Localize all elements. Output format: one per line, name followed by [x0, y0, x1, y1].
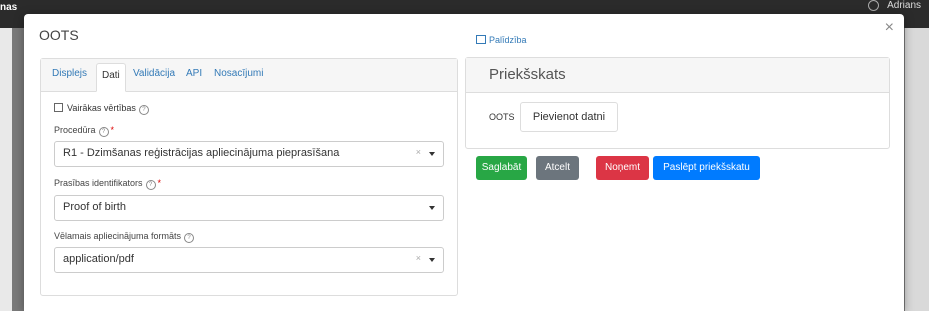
chevron-down-icon[interactable] — [429, 152, 435, 156]
requirement-label: Prasības identifikators — [54, 178, 143, 188]
settings-panel: Displejs Dati Validācija API Nosacījumi … — [40, 58, 458, 296]
question-icon[interactable]: ? — [145, 180, 156, 190]
cancel-button[interactable]: Atcelt — [536, 156, 579, 180]
close-icon[interactable]: × — [885, 19, 894, 37]
hide-preview-button[interactable]: Paslēpt priekšskatu — [653, 156, 760, 180]
procedure-label-row: Procedūra? * — [54, 125, 114, 137]
requirement-label-row: Prasības identifikators? * — [54, 178, 161, 190]
preview-oots-label: OOTS — [489, 112, 515, 122]
preview-header: Priekšskats — [466, 58, 889, 93]
book-edit-icon — [476, 35, 486, 44]
multiple-values-checkbox[interactable] — [54, 103, 63, 112]
background-right — [905, 28, 929, 311]
modal-title: OOTS — [39, 27, 79, 43]
multiple-values-label: Vairākas vērtības — [67, 103, 136, 113]
clear-icon[interactable]: × — [416, 253, 421, 263]
question-icon[interactable]: ? — [98, 127, 109, 137]
user-name: Adrians — [887, 0, 921, 12]
save-button[interactable]: Saglabāt — [476, 156, 527, 180]
procedure-value: R1 - Dzimšanas reģistrācijas apliecināju… — [63, 147, 340, 159]
requirement-select[interactable]: Proof of birth — [54, 195, 444, 221]
help-link[interactable]: Palīdzība — [476, 35, 527, 45]
chevron-down-icon[interactable] — [429, 258, 435, 262]
format-value: application/pdf — [63, 253, 134, 265]
format-label: Vēlamais apliecinājuma formāts — [54, 231, 182, 241]
requirement-value: Proof of birth — [63, 201, 126, 213]
tab-conditions[interactable]: Nosacījumi — [214, 68, 263, 79]
required-marker: * — [110, 125, 115, 135]
remove-button[interactable]: Noņemt — [596, 156, 649, 180]
settings-tabs: Displejs Dati Validācija API Nosacījumi — [41, 59, 457, 92]
clear-icon[interactable]: × — [416, 147, 421, 157]
navbar-left-text: nas — [0, 2, 18, 13]
add-file-button[interactable]: Pievienot datni — [520, 102, 618, 132]
tab-api[interactable]: API — [186, 68, 202, 79]
procedure-label: Procedūra — [54, 125, 96, 135]
component-edit-modal: OOTS × Palīdzība Displejs Dati Validācij… — [24, 14, 904, 311]
procedure-select[interactable]: R1 - Dzimšanas reģistrācijas apliecināju… — [54, 141, 444, 167]
user-circle-icon — [867, 0, 879, 11]
format-select[interactable]: application/pdf × — [54, 247, 444, 273]
question-icon[interactable]: ? — [184, 233, 195, 243]
required-marker: * — [157, 178, 162, 188]
tab-validation[interactable]: Validācija — [133, 68, 175, 79]
question-icon[interactable]: ? — [138, 105, 149, 115]
preview-panel: Priekšskats OOTS Pievienot datni — [465, 57, 890, 149]
background-left — [0, 28, 12, 311]
help-label: Palīdzība — [489, 35, 527, 45]
preview-title: Priekšskats — [489, 66, 566, 83]
tab-display[interactable]: Displejs — [52, 68, 87, 79]
user-menu[interactable]: Adrians — [867, 0, 921, 12]
multiple-values-row: Vairākas vērtības? — [54, 103, 149, 115]
format-label-row: Vēlamais apliecinājuma formāts? — [54, 231, 195, 243]
chevron-down-icon[interactable] — [429, 206, 435, 210]
tab-data[interactable]: Dati — [96, 63, 126, 92]
